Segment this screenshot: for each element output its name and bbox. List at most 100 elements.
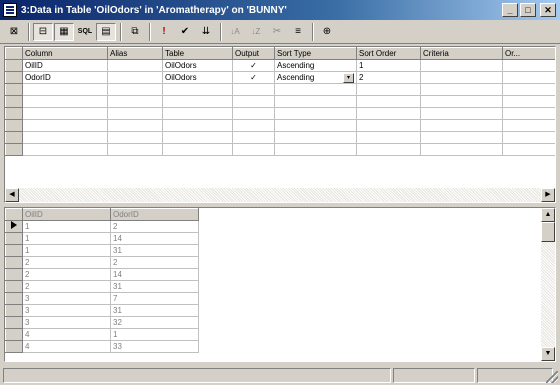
grid-cell[interactable] xyxy=(107,131,163,144)
grid-header-table[interactable]: Table xyxy=(162,47,233,60)
scroll-track[interactable] xyxy=(19,188,541,202)
grid-empty-row[interactable] xyxy=(5,119,555,132)
grid-empty-row[interactable] xyxy=(5,107,555,120)
close-button[interactable]: ✕ xyxy=(540,3,556,17)
grid-cell[interactable] xyxy=(420,131,503,144)
grid-cell[interactable] xyxy=(274,107,357,120)
grid-cell[interactable] xyxy=(107,143,163,156)
row-selector[interactable] xyxy=(5,131,23,144)
sort-descending-icon[interactable]: ↓Z xyxy=(246,23,266,41)
grid-header-alias[interactable]: Alias xyxy=(107,47,163,60)
row-selector[interactable] xyxy=(5,107,23,120)
grid-cell[interactable] xyxy=(420,83,503,96)
results-cell[interactable]: 4 xyxy=(22,340,111,353)
results-cell[interactable]: 3 xyxy=(22,292,111,305)
grid-cell[interactable] xyxy=(232,95,275,108)
row-selector[interactable] xyxy=(5,340,23,353)
grid-row[interactable]: OilID OilOdors ✓ Ascending 1 xyxy=(5,59,555,72)
grid-cell[interactable] xyxy=(274,95,357,108)
grid-cell-column[interactable]: OilID xyxy=(22,59,108,72)
results-row[interactable]: 22 xyxy=(5,256,199,269)
change-query-type-icon[interactable]: ⧉ xyxy=(125,23,145,41)
row-selector[interactable] xyxy=(5,220,23,233)
results-cell[interactable]: 31 xyxy=(110,304,199,317)
minimize-button[interactable]: _ xyxy=(502,3,518,17)
results-cell[interactable]: 2 xyxy=(22,268,111,281)
grid-empty-row[interactable] xyxy=(5,143,555,156)
scroll-down-icon[interactable]: ▼ xyxy=(541,347,555,361)
grid-cell[interactable] xyxy=(162,131,233,144)
results-cell[interactable]: 14 xyxy=(110,232,199,245)
grid-cell[interactable] xyxy=(502,95,555,108)
grid-header-output[interactable]: Output xyxy=(232,47,275,60)
grid-cell[interactable] xyxy=(274,131,357,144)
grid-cell[interactable] xyxy=(356,143,421,156)
grid-cell[interactable] xyxy=(356,131,421,144)
results-cell[interactable]: 3 xyxy=(22,316,111,329)
grid-header-sort-type[interactable]: Sort Type xyxy=(274,47,357,60)
grid-cell-or[interactable] xyxy=(502,71,555,84)
results-row[interactable]: 4 33 xyxy=(5,340,199,353)
results-row[interactable]: 12 xyxy=(5,220,199,233)
results-cell[interactable]: 1 xyxy=(22,244,111,257)
results-cell[interactable]: 7 xyxy=(110,292,199,305)
results-row[interactable]: 2 14 xyxy=(5,268,199,281)
grid-cell[interactable] xyxy=(107,107,163,120)
resize-grip-icon[interactable] xyxy=(546,371,558,383)
results-cell[interactable]: 2 xyxy=(110,256,199,269)
grid-cell[interactable] xyxy=(420,107,503,120)
remove-filter-icon[interactable]: ✂ xyxy=(267,23,287,41)
results-cell[interactable]: 2 xyxy=(22,256,111,269)
results-cell[interactable]: 1 xyxy=(22,220,111,233)
sql-pane-icon[interactable]: SQL xyxy=(75,23,95,41)
results-cell[interactable]: 3 xyxy=(22,304,111,317)
results-header-odorid[interactable]: OdorID xyxy=(110,208,199,221)
grid-cell[interactable] xyxy=(232,131,275,144)
grid-empty-row[interactable] xyxy=(5,131,555,144)
results-cell[interactable]: 2 xyxy=(110,220,199,233)
grid-cell-sort-type[interactable]: Ascending ▾ xyxy=(274,71,357,84)
grid-cell[interactable] xyxy=(22,119,108,132)
grid-cell[interactable] xyxy=(162,143,233,156)
row-selector[interactable] xyxy=(5,304,23,317)
chevron-down-icon[interactable]: ▾ xyxy=(343,72,354,83)
grid-cell[interactable] xyxy=(162,119,233,132)
grid-horizontal-scrollbar[interactable]: ◀ ▶ xyxy=(5,188,555,202)
group-by-icon[interactable]: ⇊ xyxy=(196,23,216,41)
grid-row[interactable]: OdorID OilOdors ✓ Ascending ▾ 2 xyxy=(5,71,555,84)
row-selector[interactable] xyxy=(5,71,23,84)
grid-cell[interactable] xyxy=(420,119,503,132)
grid-cell-or[interactable] xyxy=(502,59,555,72)
grid-header-criteria[interactable]: Criteria xyxy=(420,47,503,60)
grid-pane-icon[interactable]: ▦ xyxy=(54,22,74,41)
scroll-right-icon[interactable]: ▶ xyxy=(541,188,555,202)
grid-cell-alias[interactable] xyxy=(107,59,163,72)
maximize-button[interactable]: □ xyxy=(520,3,536,17)
row-selector[interactable] xyxy=(5,328,23,341)
row-selector[interactable] xyxy=(5,280,23,293)
output-checkbox[interactable]: ✓ xyxy=(232,71,275,84)
grid-cell[interactable] xyxy=(22,131,108,144)
grid-cell-criteria[interactable] xyxy=(420,59,503,72)
grid-cell[interactable] xyxy=(107,119,163,132)
results-cell[interactable]: 31 xyxy=(110,280,199,293)
row-selector[interactable] xyxy=(5,59,23,72)
grid-cell-column[interactable]: OdorID xyxy=(22,71,108,84)
grid-cell[interactable] xyxy=(232,143,275,156)
grid-cell[interactable] xyxy=(356,107,421,120)
grid-cell[interactable] xyxy=(420,143,503,156)
grid-cell-criteria[interactable] xyxy=(420,71,503,84)
grid-cell[interactable] xyxy=(22,107,108,120)
row-selector[interactable] xyxy=(5,143,23,156)
results-cell[interactable]: 14 xyxy=(110,268,199,281)
results-row[interactable]: 2 31 xyxy=(5,280,199,293)
grid-cell[interactable] xyxy=(162,95,233,108)
grid-cell[interactable] xyxy=(22,95,108,108)
results-cell[interactable]: 33 xyxy=(110,340,199,353)
scroll-up-icon[interactable]: ▲ xyxy=(541,208,555,222)
grid-cell[interactable] xyxy=(356,83,421,96)
results-row[interactable]: 1 31 xyxy=(5,244,199,257)
add-table-icon[interactable]: ⊕ xyxy=(317,23,337,41)
grid-cell[interactable] xyxy=(502,83,555,96)
grid-cell-sort-order[interactable]: 1 xyxy=(356,59,421,72)
